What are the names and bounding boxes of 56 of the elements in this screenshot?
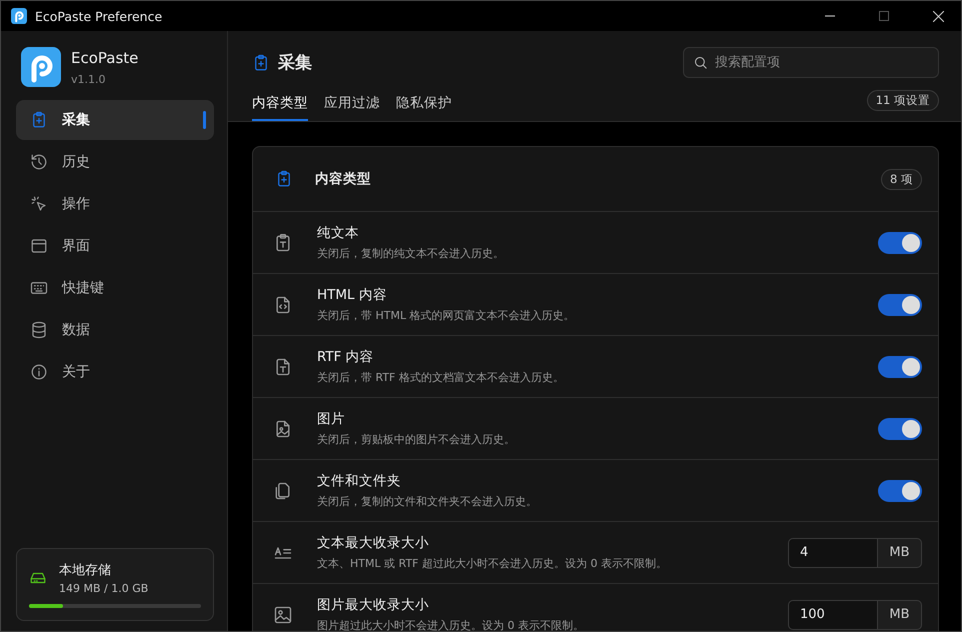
clipboard-icon <box>30 111 48 129</box>
setting-description: 关闭后，复制的纯文本不会进入历史。 <box>317 246 505 261</box>
pointer-click-icon <box>30 195 48 213</box>
tab[interactable]: 隐私保护 <box>396 90 452 121</box>
sidebar-item[interactable]: 操作 <box>16 184 214 224</box>
unit-label: MB <box>878 538 922 568</box>
setting-description: 图片超过此大小时不会进入历史。设为 0 表示不限制。 <box>317 618 585 631</box>
sidebar-item[interactable]: 关于 <box>16 352 214 392</box>
storage-usage: 149 MB / 1.0 GB <box>59 582 148 595</box>
number-field[interactable]: 4 <box>788 538 878 568</box>
sidebar-item[interactable]: 历史 <box>16 142 214 182</box>
setting-description: 关闭后，带 RTF 格式的文档富文本不会进入历史。 <box>317 370 565 385</box>
sidebar-item[interactable]: 数据 <box>16 310 214 350</box>
page-title: 采集 <box>278 52 312 74</box>
settings-count-badge: 11 项设置 <box>866 90 939 111</box>
setting-title: HTML 内容 <box>317 286 388 304</box>
search-field[interactable]: 搜索配置项 <box>683 47 939 78</box>
setting-description: 文本、HTML 或 RTF 超过此大小时不会进入历史。设为 0 表示不限制。 <box>317 556 668 571</box>
database-icon <box>30 321 48 339</box>
app-logo-icon <box>11 8 27 24</box>
setting-description: 关闭后，复制的文件和文件夹不会进入历史。 <box>317 494 538 509</box>
window-icon <box>30 237 48 255</box>
unit-label: MB <box>878 600 922 630</box>
toggle-switch[interactable] <box>878 294 922 316</box>
setting-title: 文本最大收录大小 <box>317 534 430 552</box>
toggle-switch[interactable] <box>878 356 922 378</box>
history-icon <box>30 153 48 171</box>
toggle-switch[interactable] <box>878 232 922 254</box>
toggle-switch[interactable] <box>878 480 922 502</box>
setting-title: 纯文本 <box>317 224 360 242</box>
sidebar-item[interactable]: 采集 <box>16 100 214 140</box>
window-title: EcoPaste Preference <box>35 8 164 24</box>
clipboard-icon <box>252 54 270 72</box>
sidebar-item[interactable]: 界面 <box>16 226 214 266</box>
image-icon <box>273 604 293 624</box>
setting-title: RTF 内容 <box>317 348 375 366</box>
storage-title: 本地存储 <box>59 562 112 579</box>
tab[interactable]: 应用过滤 <box>324 90 380 121</box>
tab[interactable]: 内容类型 <box>252 90 308 121</box>
number-field[interactable]: 100 <box>788 600 878 630</box>
item-count-badge: 8 项 <box>881 168 922 190</box>
info-icon <box>30 363 48 381</box>
search-icon <box>693 55 708 70</box>
setting-title: 文件和文件夹 <box>317 472 402 490</box>
app-logo-icon <box>21 47 61 87</box>
setting-title: 图片最大收录大小 <box>317 596 430 614</box>
app-name: EcoPaste <box>71 48 138 66</box>
section-title: 内容类型 <box>315 170 372 188</box>
setting-title: 图片 <box>317 410 346 428</box>
clipboard-icon <box>275 170 293 188</box>
sidebar-item[interactable]: 快捷键 <box>16 268 214 308</box>
setting-description: 关闭后，剪贴板中的图片不会进入历史。 <box>317 432 516 447</box>
toggle-switch[interactable] <box>878 418 922 440</box>
app-version: v1.1.0 <box>71 72 106 86</box>
keyboard-icon <box>30 279 48 297</box>
setting-description: 关闭后，带 HTML 格式的网页富文本不会进入历史。 <box>317 308 576 323</box>
